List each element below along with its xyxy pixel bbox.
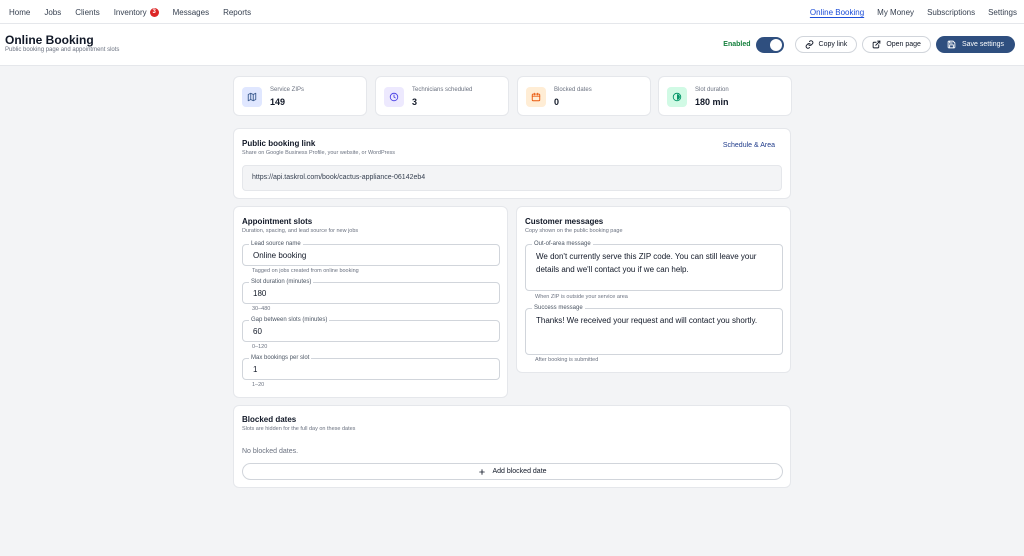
customer-messages-card: Customer messages Copy shown on the publ…	[516, 206, 791, 373]
header-actions: Enabled Copy link Open page Save setting…	[723, 36, 1015, 53]
nav-messages[interactable]: Messages	[164, 8, 214, 17]
max-bookings-field[interactable]: Max bookings per slot 1	[242, 355, 500, 380]
add-blocked-date-button[interactable]: Add blocked date	[242, 463, 783, 480]
copy-link-button[interactable]: Copy link	[794, 36, 858, 53]
field-label: Out-of-area message	[532, 241, 593, 247]
external-link-icon	[872, 40, 881, 49]
stat-card-technicians: Technicians scheduled 3	[375, 76, 509, 116]
booking-link-card: Public booking link Share on Google Busi…	[233, 128, 791, 199]
field-value: 180	[253, 289, 267, 298]
stat-value: 180 min	[695, 97, 729, 107]
nav-subscriptions[interactable]: Subscriptions	[927, 8, 975, 17]
slot-duration-field[interactable]: Slot duration (minutes) 180	[242, 279, 500, 304]
link-icon	[805, 40, 813, 49]
customer-messages-title: Customer messages	[525, 217, 604, 226]
stat-value: 3	[412, 97, 418, 107]
nav-my-money[interactable]: My Money	[877, 8, 914, 17]
stat-card-blocked-dates: Blocked dates 0	[517, 76, 651, 116]
field-helper: After booking is submitted	[535, 357, 599, 363]
stat-value: 149	[270, 97, 286, 107]
nav-inventory[interactable]: Inventory 3	[105, 7, 164, 17]
stat-card-service-zips: Service ZIPs 149	[233, 76, 367, 116]
blocked-dates-subtitle: Slots are hidden for the full day on the…	[242, 426, 356, 432]
booking-link-subtitle: Share on Google Business Profile, your w…	[242, 150, 396, 156]
booking-link-title: Public booking link	[242, 139, 316, 148]
stat-label: Service ZIPs	[270, 87, 305, 93]
success-message-field[interactable]: Success message Thanks! We received your…	[525, 305, 783, 355]
nav-settings[interactable]: Settings	[988, 8, 1017, 17]
nav-inventory-label: Inventory	[113, 7, 147, 17]
booking-url-field[interactable]: https://api.taskrol.com/book/cactus-appl…	[242, 165, 782, 191]
nav-online-booking[interactable]: Online Booking	[810, 8, 864, 17]
nav-reports-label: Reports	[223, 7, 252, 17]
appointment-slots-card: Appointment slots Duration, spacing, and…	[233, 206, 508, 398]
inventory-count-badge: 3	[149, 7, 159, 17]
page-title: Online Booking	[5, 33, 94, 47]
add-blocked-date-label: Add blocked date	[492, 468, 547, 475]
page-subtitle: Public booking page and appointment slot…	[5, 47, 120, 53]
field-value: 1	[253, 365, 258, 374]
save-settings-button[interactable]: Save settings	[935, 36, 1015, 53]
copy-link-label: Copy link	[818, 41, 848, 48]
gap-between-slots-field[interactable]: Gap between slots (minutes) 60	[242, 317, 500, 342]
field-helper: 0–120	[252, 344, 268, 350]
account-nav: Online Booking My Money Subscriptions Se…	[810, 0, 1017, 24]
field-value: 60	[253, 327, 262, 336]
nav-home[interactable]: Home	[0, 8, 35, 17]
nav-reports[interactable]: Reports	[214, 8, 256, 17]
map-icon	[242, 87, 262, 107]
customer-messages-subtitle: Copy shown on the public booking page	[525, 228, 623, 234]
field-value: Online booking	[253, 251, 307, 260]
schedule-area-link[interactable]: Schedule & Area	[723, 142, 775, 149]
field-label: Max bookings per slot	[249, 355, 312, 361]
calendar-icon	[526, 87, 546, 107]
timer-icon	[667, 87, 687, 107]
nav-jobs[interactable]: Jobs	[35, 8, 66, 17]
enabled-label: Enabled	[723, 41, 751, 48]
appointment-slots-title: Appointment slots	[242, 217, 313, 226]
save-icon	[947, 40, 956, 49]
field-helper: When ZIP is outside your service area	[535, 294, 628, 300]
stat-label: Slot duration	[695, 87, 729, 93]
field-value: We don't currently serve this ZIP code. …	[536, 252, 757, 274]
nav-home-label: Home	[9, 7, 31, 17]
field-label: Gap between slots (minutes)	[249, 317, 330, 323]
top-nav: Home Jobs Clients Inventory 3 Messages Re…	[0, 0, 1024, 24]
lead-source-field[interactable]: Lead source name Online booking	[242, 241, 500, 266]
field-label: Slot duration (minutes)	[249, 279, 314, 285]
stat-label: Blocked dates	[554, 87, 592, 93]
page-header: Online Booking Public booking page and a…	[0, 24, 1024, 66]
stat-value: 0	[554, 97, 560, 107]
plus-icon	[479, 468, 486, 475]
clock-icon	[384, 87, 404, 107]
save-settings-label: Save settings	[961, 41, 1004, 48]
appointment-slots-subtitle: Duration, spacing, and lead source for n…	[242, 228, 359, 234]
nav-jobs-label: Jobs	[44, 7, 62, 17]
blocked-dates-card: Blocked dates Slots are hidden for the f…	[233, 405, 791, 488]
main-nav: Home Jobs Clients Inventory 3 Messages Re…	[0, 0, 256, 24]
field-label: Success message	[532, 305, 585, 311]
stat-card-slot-duration: Slot duration 180 min	[658, 76, 792, 116]
field-value: Thanks! We received your request and wil…	[536, 316, 758, 325]
blocked-dates-empty: No blocked dates.	[242, 448, 299, 455]
nav-clients-label: Clients	[75, 7, 100, 17]
toggle-knob	[769, 38, 782, 51]
field-helper: Tagged on jobs created from online booki…	[252, 268, 359, 274]
stat-label: Technicians scheduled	[412, 87, 473, 93]
nav-messages-label: Messages	[172, 7, 210, 17]
field-label: Lead source name	[249, 241, 303, 247]
field-helper: 1–20	[252, 382, 265, 388]
enabled-toggle[interactable]	[755, 36, 784, 53]
open-page-button[interactable]: Open page	[862, 36, 931, 53]
field-helper: 30–480	[252, 306, 271, 312]
blocked-dates-title: Blocked dates	[242, 415, 297, 424]
open-page-label: Open page	[886, 41, 921, 48]
out-of-area-message-field[interactable]: Out-of-area message We don't currently s…	[525, 241, 783, 291]
nav-clients[interactable]: Clients	[66, 8, 104, 17]
